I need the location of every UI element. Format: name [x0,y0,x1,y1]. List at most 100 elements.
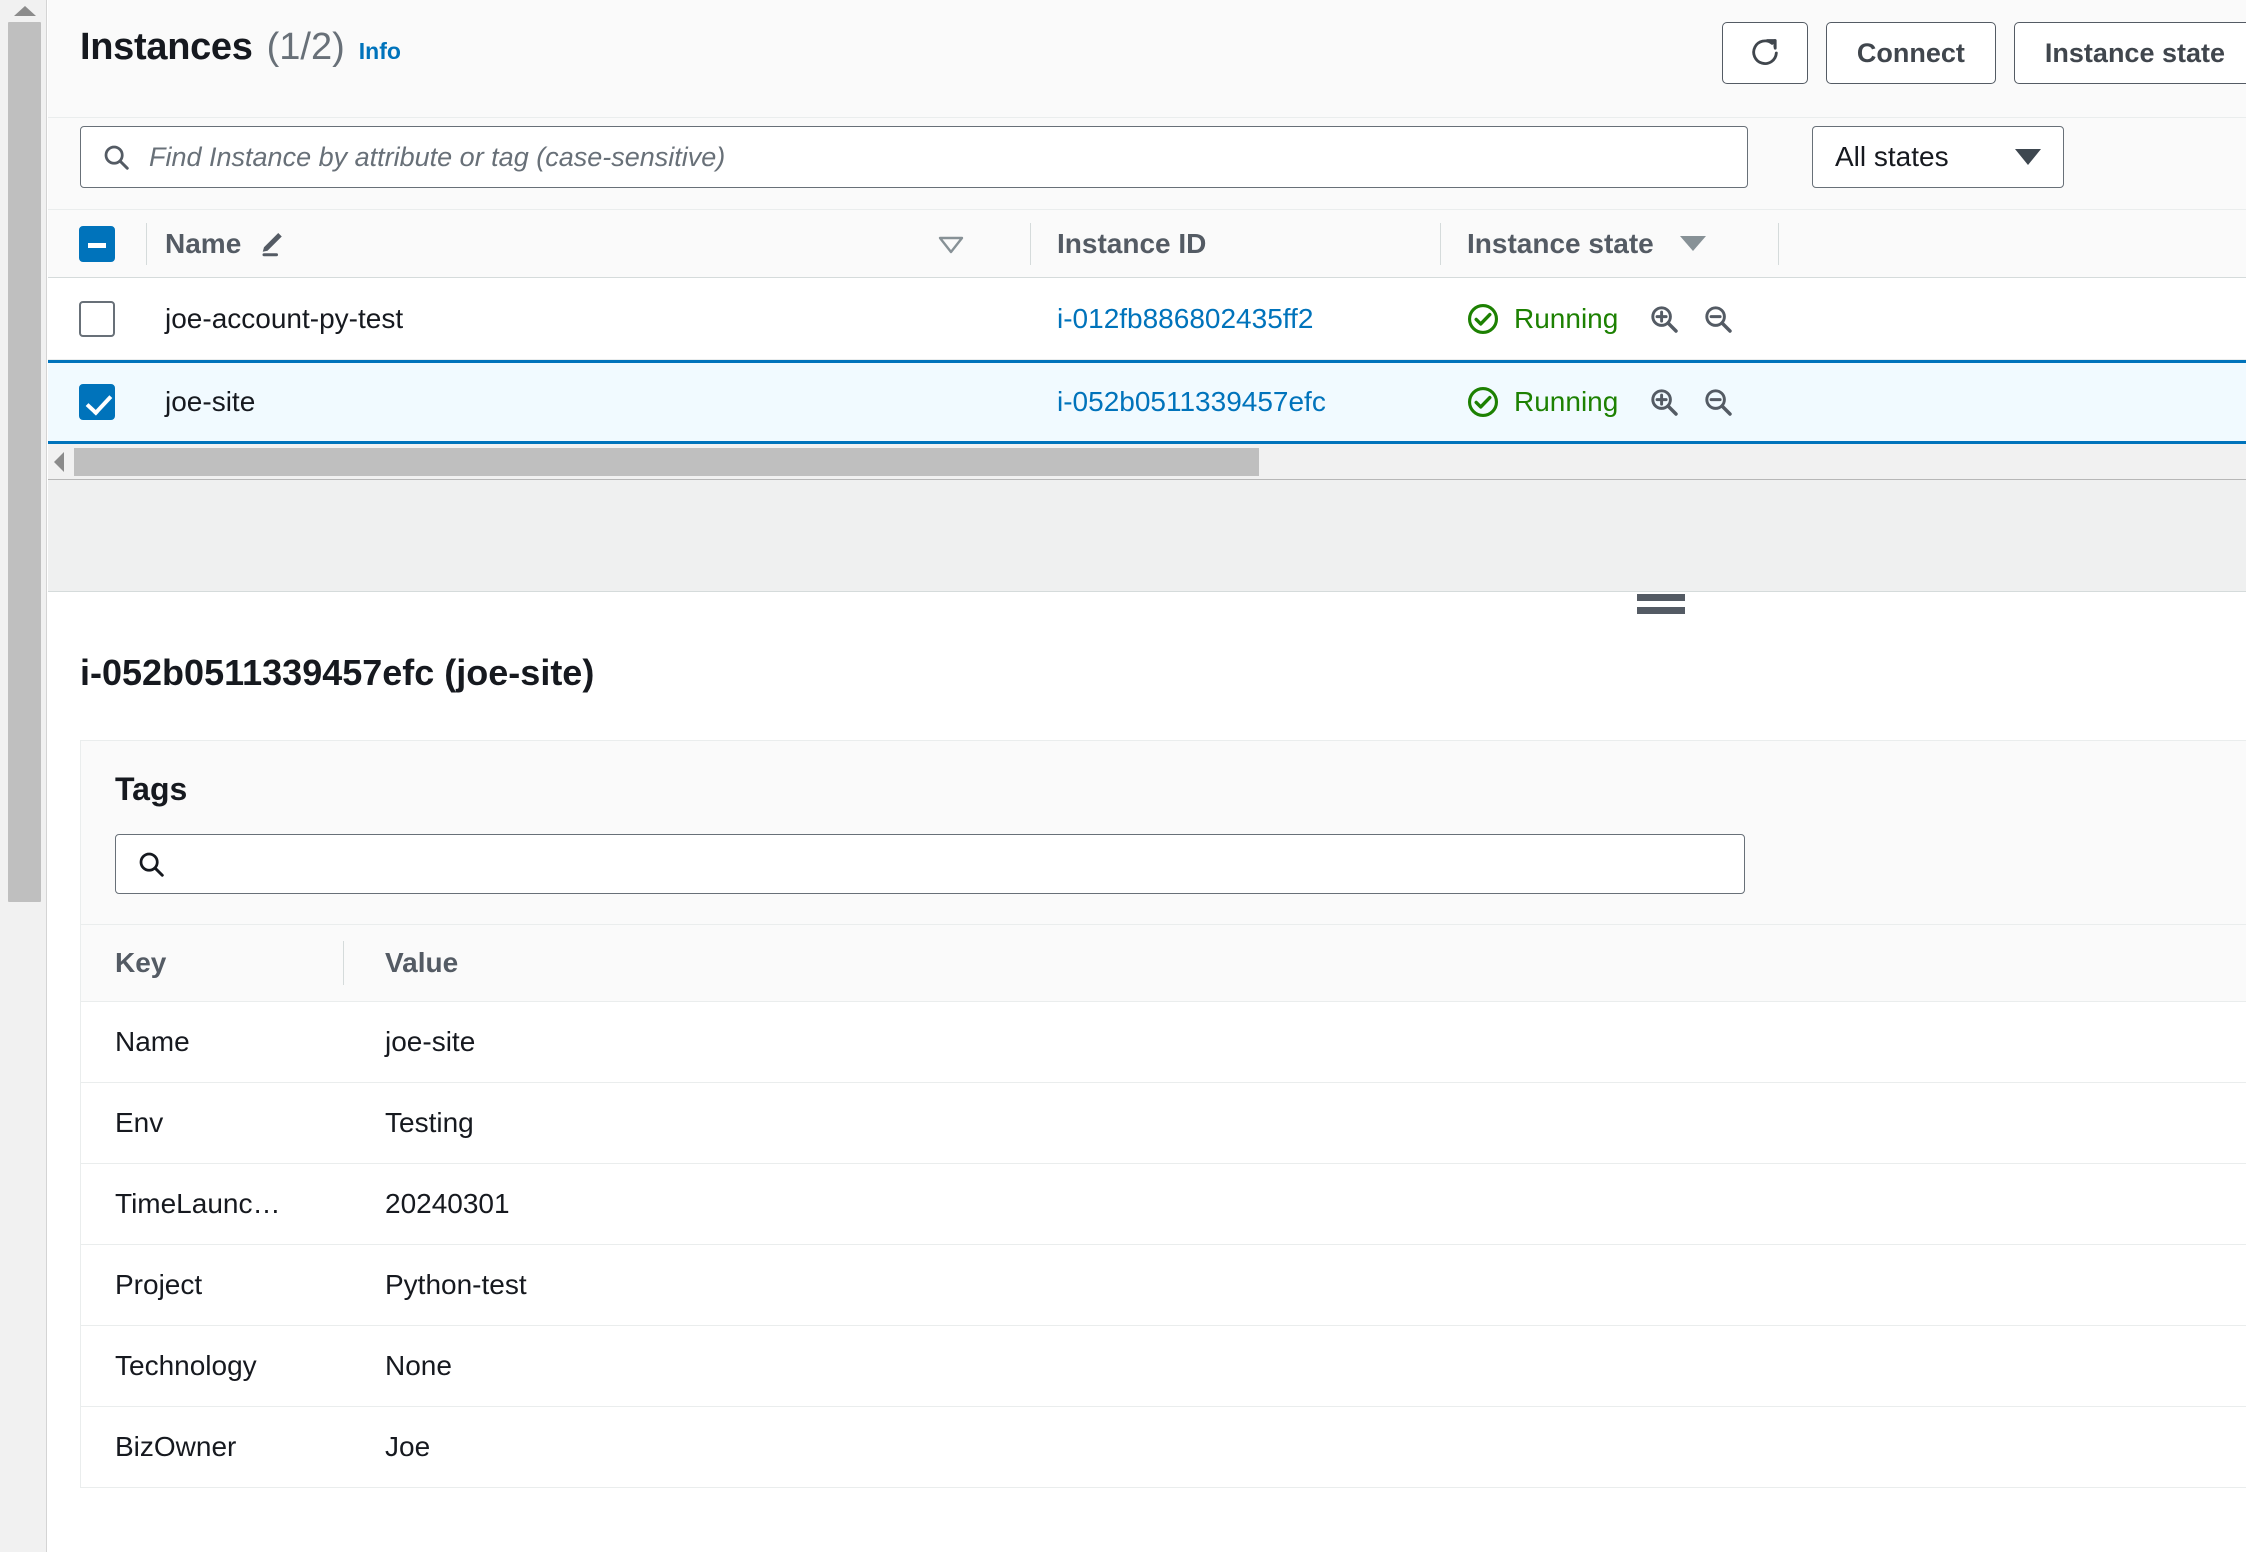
row-instance-state-cell: Running [1440,302,2246,336]
chevron-down-icon [2015,149,2041,165]
tags-section-title: Tags [115,771,188,807]
split-panel-divider [48,592,2246,622]
row-checkbox[interactable] [79,300,115,337]
search-icon [139,852,164,877]
tag-key: Name [81,1001,351,1083]
table-row: Env Testing [81,1082,2246,1164]
row-checkbox[interactable] [79,384,115,420]
row-instance-state-cell: Running [1440,385,2246,419]
column-divider [146,222,147,265]
table-row[interactable]: joe-site i-052b0511339457efc Running [48,360,2246,444]
table-row: Name joe-site [81,1001,2246,1083]
column-header-instance-state[interactable]: Instance state [1440,222,2246,265]
panel-header: Instances (1/2) Info Connect Instance st… [48,0,2246,118]
tags-card: Tags Key Value Name joe-site Env Testing… [80,740,2246,1488]
column-header-name-label: Name [165,227,242,259]
column-header-instance-state-label: Instance state [1467,227,1654,259]
table-horizontal-scrollbar[interactable] [48,444,2246,480]
search-icon [104,145,129,170]
column-header-name[interactable]: Name [146,222,936,265]
instances-table: Name Instance ID Instance state joe-acco… [48,210,2246,480]
page-title-text: Instances [80,26,253,68]
column-divider [1777,222,1779,265]
tag-value: Joe [385,1431,431,1462]
row-instance-id-cell: i-012fb886802435ff2 [1030,303,1440,335]
instance-id-link[interactable]: i-012fb886802435ff2 [1057,303,1313,335]
tags-column-header-key: Key [115,947,167,978]
tags-search-wrapper [81,834,2246,924]
column-header-instance-id-label: Instance ID [1057,227,1207,259]
row-name-cell: joe-account-py-test [146,303,936,335]
row-select-cell [48,384,146,420]
tags-table-header: Key Value [81,924,2246,1002]
column-header-instance-id[interactable]: Instance ID [1030,222,1440,265]
split-panel-drag-handle[interactable] [1637,594,1685,620]
refresh-icon [1752,39,1778,65]
table-row: Technology None [81,1325,2246,1407]
name-sort-control[interactable] [936,233,1030,255]
instance-state-filter-select[interactable]: All states [1812,126,2064,188]
tag-key: BizOwner [115,1431,237,1462]
instance-id-link[interactable]: i-052b0511339457efc [1057,386,1326,418]
tag-value: None [351,1325,2246,1407]
instance-name: joe-account-py-test [165,302,404,334]
tag-value: Testing [351,1082,2246,1164]
scroll-up-arrow-icon[interactable] [14,6,36,16]
tag-value: joe-site [351,1001,2246,1083]
zoom-in-icon[interactable] [1648,303,1680,335]
tag-key: Project [81,1244,351,1326]
select-all-cell [48,225,146,262]
tag-value: Python-test [351,1244,2246,1326]
table-footer-gap [48,480,2246,592]
table-row: BizOwner Joe [81,1407,2246,1488]
instances-page: Instances (1/2) Info Connect Instance st… [48,0,2246,1552]
zoom-out-icon[interactable] [1702,303,1734,335]
tags-table: Key Value Name joe-site Env Testing Time… [81,924,2246,1487]
table-row[interactable]: joe-account-py-test i-012fb886802435ff2 … [48,278,2246,360]
state-sort-icon[interactable] [1679,236,1706,251]
horizontal-scrollbar-thumb[interactable] [74,448,1259,476]
filter-bar: All states [48,118,2246,210]
status-badge: Running [1514,386,1619,417]
search-input[interactable] [149,141,1727,173]
browser-vertical-scrollbar[interactable] [0,0,47,1552]
info-link[interactable]: Info [359,38,401,65]
tags-search-box[interactable] [115,834,1745,894]
refresh-button[interactable] [1721,22,1808,84]
select-all-checkbox[interactable] [79,225,115,262]
row-select-cell [48,300,146,337]
row-instance-id-cell: i-052b0511339457efc [1030,386,1440,418]
instance-state-filter-value: All states [1835,141,1949,172]
table-row: TimeLaunc… 20240301 [81,1163,2246,1245]
zoom-in-icon[interactable] [1648,386,1680,418]
tag-value: 20240301 [351,1163,2246,1245]
tags-column-header-value: Value [343,925,2246,1002]
connect-button-label: Connect [1856,37,1965,68]
instance-name: joe-site [165,386,256,417]
tag-key: Technology [81,1325,351,1407]
page-title: Instances (1/2) Info [80,26,401,69]
edit-pencil-icon[interactable] [259,229,289,259]
column-divider [1030,222,1031,265]
tags-card-header: Tags [81,741,2246,834]
instances-table-header: Name Instance ID Instance state [48,210,2246,278]
tags-search-input[interactable] [182,848,1724,880]
sort-descending-icon[interactable] [936,233,966,255]
scroll-left-arrow-icon[interactable] [54,452,64,472]
status-running-icon [1467,386,1499,418]
instance-state-button-label: Instance state [2044,37,2225,68]
instance-state-button[interactable]: Instance state [2013,22,2246,84]
vertical-scrollbar-thumb[interactable] [8,22,41,902]
detail-panel-heading: i-052b0511339457efc (joe-site) [80,652,595,693]
row-name-cell: joe-site [146,386,936,418]
instance-count: (1/2) [266,26,345,68]
status-badge: Running [1514,302,1619,334]
tag-key: TimeLaunc… [81,1163,351,1245]
zoom-out-icon[interactable] [1702,386,1734,418]
tag-key: Env [81,1082,351,1164]
instance-detail-panel: i-052b0511339457efc (joe-site) Tags Key [48,622,2246,1488]
status-running-icon [1467,303,1499,334]
column-divider [1440,222,1441,265]
connect-button[interactable]: Connect [1825,22,1996,84]
instance-search-box[interactable] [80,126,1748,188]
